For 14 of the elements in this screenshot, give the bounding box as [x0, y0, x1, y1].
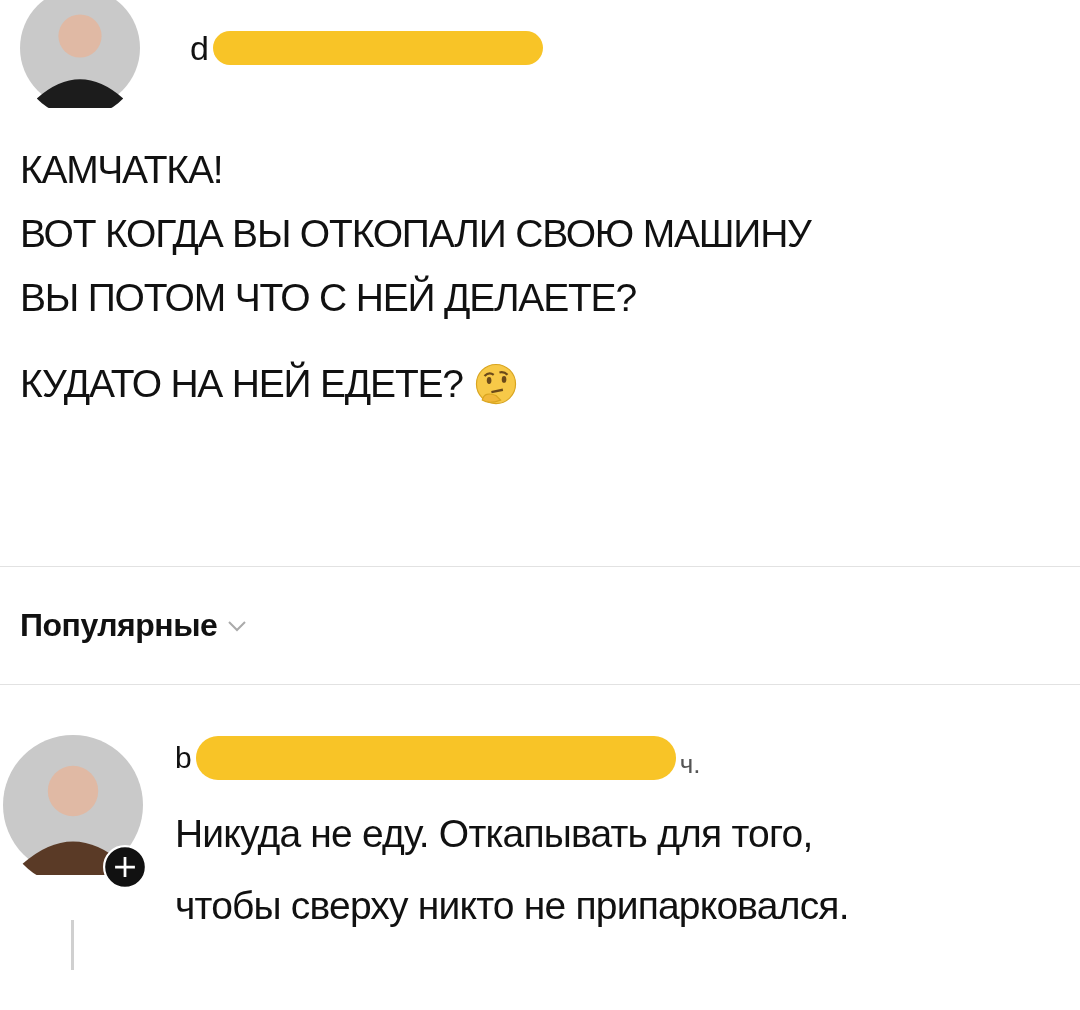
avatar[interactable] — [2, 735, 143, 875]
sort-dropdown[interactable]: Популярные — [20, 607, 248, 644]
username[interactable]: b — [175, 740, 192, 775]
post-text: КАМЧАТКА! — [20, 148, 223, 192]
chevron-down-icon — [227, 619, 248, 632]
username[interactable]: ч. — [679, 749, 701, 780]
plus-icon[interactable] — [102, 845, 147, 889]
post-text: ВОТ КОГДА ВЫ ОТКОПАЛИ СВОЮ МАШИНУ — [20, 212, 811, 256]
post-text: КУДАТО НА НЕЙ ЕДЕТЕ? — [20, 362, 463, 406]
comment-text: Никуда не еду. Откапывать для того, чтобы сверху никто не припарковался. — [175, 811, 849, 929]
username[interactable]: d — [190, 28, 209, 68]
thread-line — [71, 920, 74, 970]
post-text: ВЫ ПОТОМ ЧТО С НЕЙ ДЕЛАЕТЕ? — [20, 276, 636, 320]
avatar[interactable] — [20, 0, 140, 108]
